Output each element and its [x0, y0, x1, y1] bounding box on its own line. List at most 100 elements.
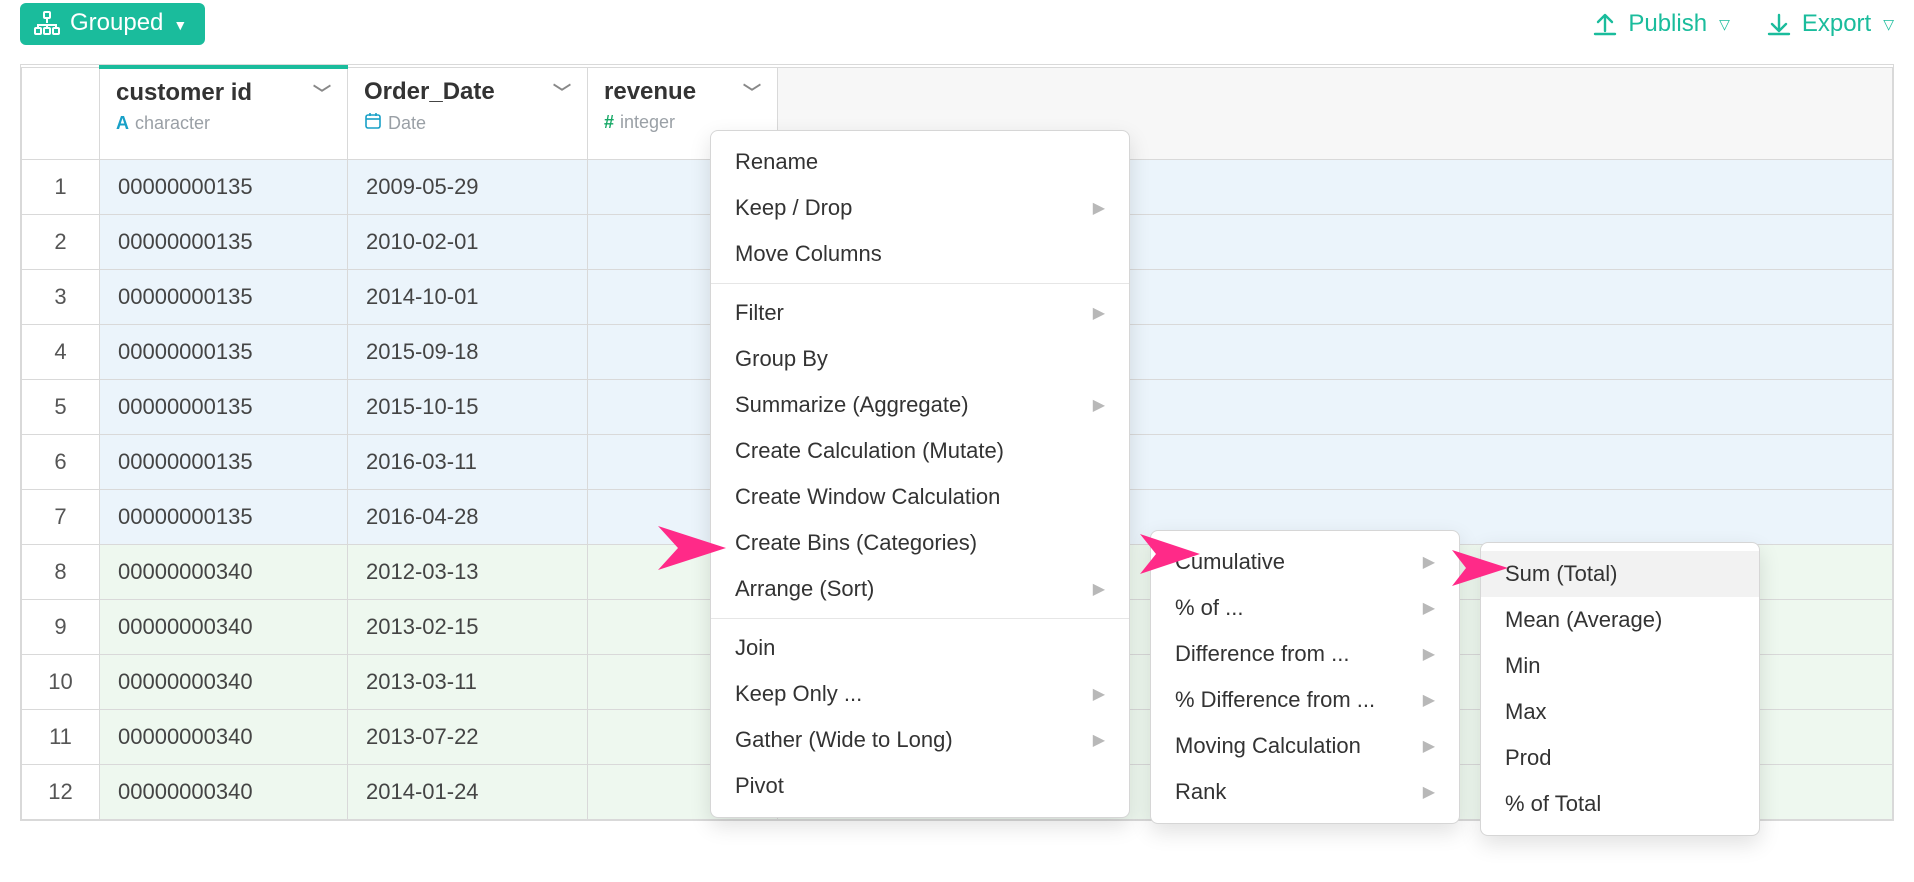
- cell-customer-id[interactable]: 00000000135: [100, 214, 348, 269]
- chevron-right-icon: ▶: [1093, 730, 1105, 750]
- menu-item[interactable]: Min: [1481, 643, 1759, 689]
- grouped-button[interactable]: Grouped ▼: [20, 3, 205, 45]
- menu-item-label: Min: [1505, 653, 1540, 679]
- chevron-down-icon[interactable]: ﹀: [553, 79, 571, 105]
- cell-order-date[interactable]: 2014-10-01: [348, 269, 588, 324]
- menu-item[interactable]: Join: [711, 625, 1129, 671]
- cell-customer-id[interactable]: 00000000340: [100, 709, 348, 764]
- menu-item[interactable]: Prod: [1481, 735, 1759, 781]
- menu-item-label: Move Columns: [735, 241, 882, 267]
- menu-item[interactable]: Difference from ... ▶: [1151, 631, 1459, 677]
- download-icon: [1766, 11, 1792, 37]
- cell-customer-id[interactable]: 00000000135: [100, 379, 348, 434]
- column-type: character: [135, 113, 210, 134]
- menu-item[interactable]: Keep Only ...▶: [711, 671, 1129, 717]
- menu-item-label: Join: [735, 635, 775, 661]
- cell-order-date[interactable]: 2013-07-22: [348, 709, 588, 764]
- column-type: Date: [388, 113, 426, 134]
- cell-order-date[interactable]: 2015-10-15: [348, 379, 588, 434]
- row-number: 3: [22, 269, 100, 324]
- chevron-right-icon: ▶: [1093, 684, 1105, 704]
- menu-item[interactable]: Cumulative▶: [1151, 539, 1459, 585]
- column-header-order-date[interactable]: Order_Date ﹀ Date: [348, 67, 588, 159]
- menu-item[interactable]: Move Columns: [711, 231, 1129, 277]
- menu-item[interactable]: % Difference from ...▶: [1151, 677, 1459, 723]
- menu-item[interactable]: Rename: [711, 139, 1129, 185]
- menu-item-label: Gather (Wide to Long): [735, 727, 953, 753]
- chevron-right-icon: ▶: [1093, 198, 1105, 218]
- menu-item[interactable]: Filter▶: [711, 290, 1129, 336]
- column-header-customer-id[interactable]: customer id ﹀ A character: [100, 67, 348, 159]
- window-calc-submenu[interactable]: Cumulative▶% of ...▶Difference from ...▶…: [1150, 530, 1460, 824]
- chevron-right-icon: ▶: [1423, 598, 1435, 618]
- cell-customer-id[interactable]: 00000000135: [100, 269, 348, 324]
- menu-item[interactable]: Sum (Total): [1481, 551, 1759, 597]
- hierarchy-icon: [34, 11, 60, 35]
- menu-item-label: Cumulative: [1175, 549, 1285, 575]
- cell-order-date[interactable]: 2012-03-13: [348, 544, 588, 599]
- cell-customer-id[interactable]: 00000000135: [100, 324, 348, 379]
- chevron-down-icon[interactable]: ﹀: [313, 80, 331, 106]
- cumulative-submenu[interactable]: Sum (Total) Mean (Average) Min Max Prod % of …: [1480, 542, 1760, 836]
- menu-separator: [711, 618, 1129, 619]
- chevron-right-icon: ▶: [1423, 736, 1435, 756]
- menu-item[interactable]: Max: [1481, 689, 1759, 735]
- chevron-right-icon: ▶: [1093, 395, 1105, 415]
- publish-label: Publish: [1628, 10, 1707, 38]
- menu-item[interactable]: Keep / Drop ▶: [711, 185, 1129, 231]
- menu-separator: [711, 283, 1129, 284]
- row-number: 2: [22, 214, 100, 269]
- triangle-down-icon: ▽: [1719, 16, 1730, 33]
- chevron-right-icon: ▶: [1423, 644, 1435, 664]
- menu-item[interactable]: Summarize (Aggregate) ▶: [711, 382, 1129, 428]
- cell-order-date[interactable]: 2013-03-11: [348, 654, 588, 709]
- cell-order-date[interactable]: 2016-04-28: [348, 489, 588, 544]
- menu-item[interactable]: Create Window Calculation: [711, 474, 1129, 520]
- cell-customer-id[interactable]: 00000000135: [100, 159, 348, 214]
- column-type: integer: [620, 112, 675, 133]
- menu-item[interactable]: Group By: [711, 336, 1129, 382]
- cell-order-date[interactable]: 2010-02-01: [348, 214, 588, 269]
- menu-item-label: Mean (Average): [1505, 607, 1662, 633]
- text-type-icon: A: [116, 113, 129, 134]
- menu-item-label: Summarize (Aggregate): [735, 392, 969, 418]
- caret-down-icon: ▼: [173, 17, 187, 33]
- menu-item-label: Keep / Drop: [735, 195, 852, 221]
- menu-item-label: Group By: [735, 346, 828, 372]
- rownum-header: [22, 67, 100, 159]
- publish-button[interactable]: Publish ▽: [1592, 10, 1730, 38]
- menu-item[interactable]: % of ...▶: [1151, 585, 1459, 631]
- menu-item[interactable]: Rank▶: [1151, 769, 1459, 815]
- cell-order-date[interactable]: 2013-02-15: [348, 599, 588, 654]
- row-number: 1: [22, 159, 100, 214]
- export-label: Export: [1802, 10, 1871, 38]
- export-button[interactable]: Export ▽: [1766, 10, 1894, 38]
- cell-customer-id[interactable]: 00000000340: [100, 654, 348, 709]
- cell-customer-id[interactable]: 00000000340: [100, 544, 348, 599]
- row-number: 6: [22, 434, 100, 489]
- menu-item[interactable]: Arrange (Sort)▶: [711, 566, 1129, 612]
- menu-item-label: Difference from ...: [1175, 641, 1349, 667]
- menu-item[interactable]: % of Total: [1481, 781, 1759, 827]
- menu-item[interactable]: Moving Calculation▶: [1151, 723, 1459, 769]
- menu-item[interactable]: Create Calculation (Mutate): [711, 428, 1129, 474]
- menu-item[interactable]: Gather (Wide to Long) ▶: [711, 717, 1129, 763]
- menu-item[interactable]: Create Bins (Categories): [711, 520, 1129, 566]
- menu-item-label: % of Total: [1505, 791, 1601, 817]
- menu-item[interactable]: Pivot: [711, 763, 1129, 809]
- top-actions: Publish ▽ Export ▽: [1592, 10, 1894, 38]
- cell-customer-id[interactable]: 00000000135: [100, 434, 348, 489]
- menu-item[interactable]: Mean (Average): [1481, 597, 1759, 643]
- column-name: customer id: [116, 79, 252, 107]
- row-number: 12: [22, 764, 100, 819]
- cell-order-date[interactable]: 2015-09-18: [348, 324, 588, 379]
- cell-customer-id[interactable]: 00000000340: [100, 764, 348, 819]
- column-context-menu[interactable]: Rename Keep / Drop ▶ Move Columns Filter▶ Gro…: [710, 130, 1130, 818]
- cell-customer-id[interactable]: 00000000340: [100, 599, 348, 654]
- cell-order-date[interactable]: 2009-05-29: [348, 159, 588, 214]
- cell-order-date[interactable]: 2014-01-24: [348, 764, 588, 819]
- cell-order-date[interactable]: 2016-03-11: [348, 434, 588, 489]
- cell-customer-id[interactable]: 00000000135: [100, 489, 348, 544]
- chevron-down-icon[interactable]: ﹀: [743, 79, 761, 105]
- menu-item-label: Prod: [1505, 745, 1551, 771]
